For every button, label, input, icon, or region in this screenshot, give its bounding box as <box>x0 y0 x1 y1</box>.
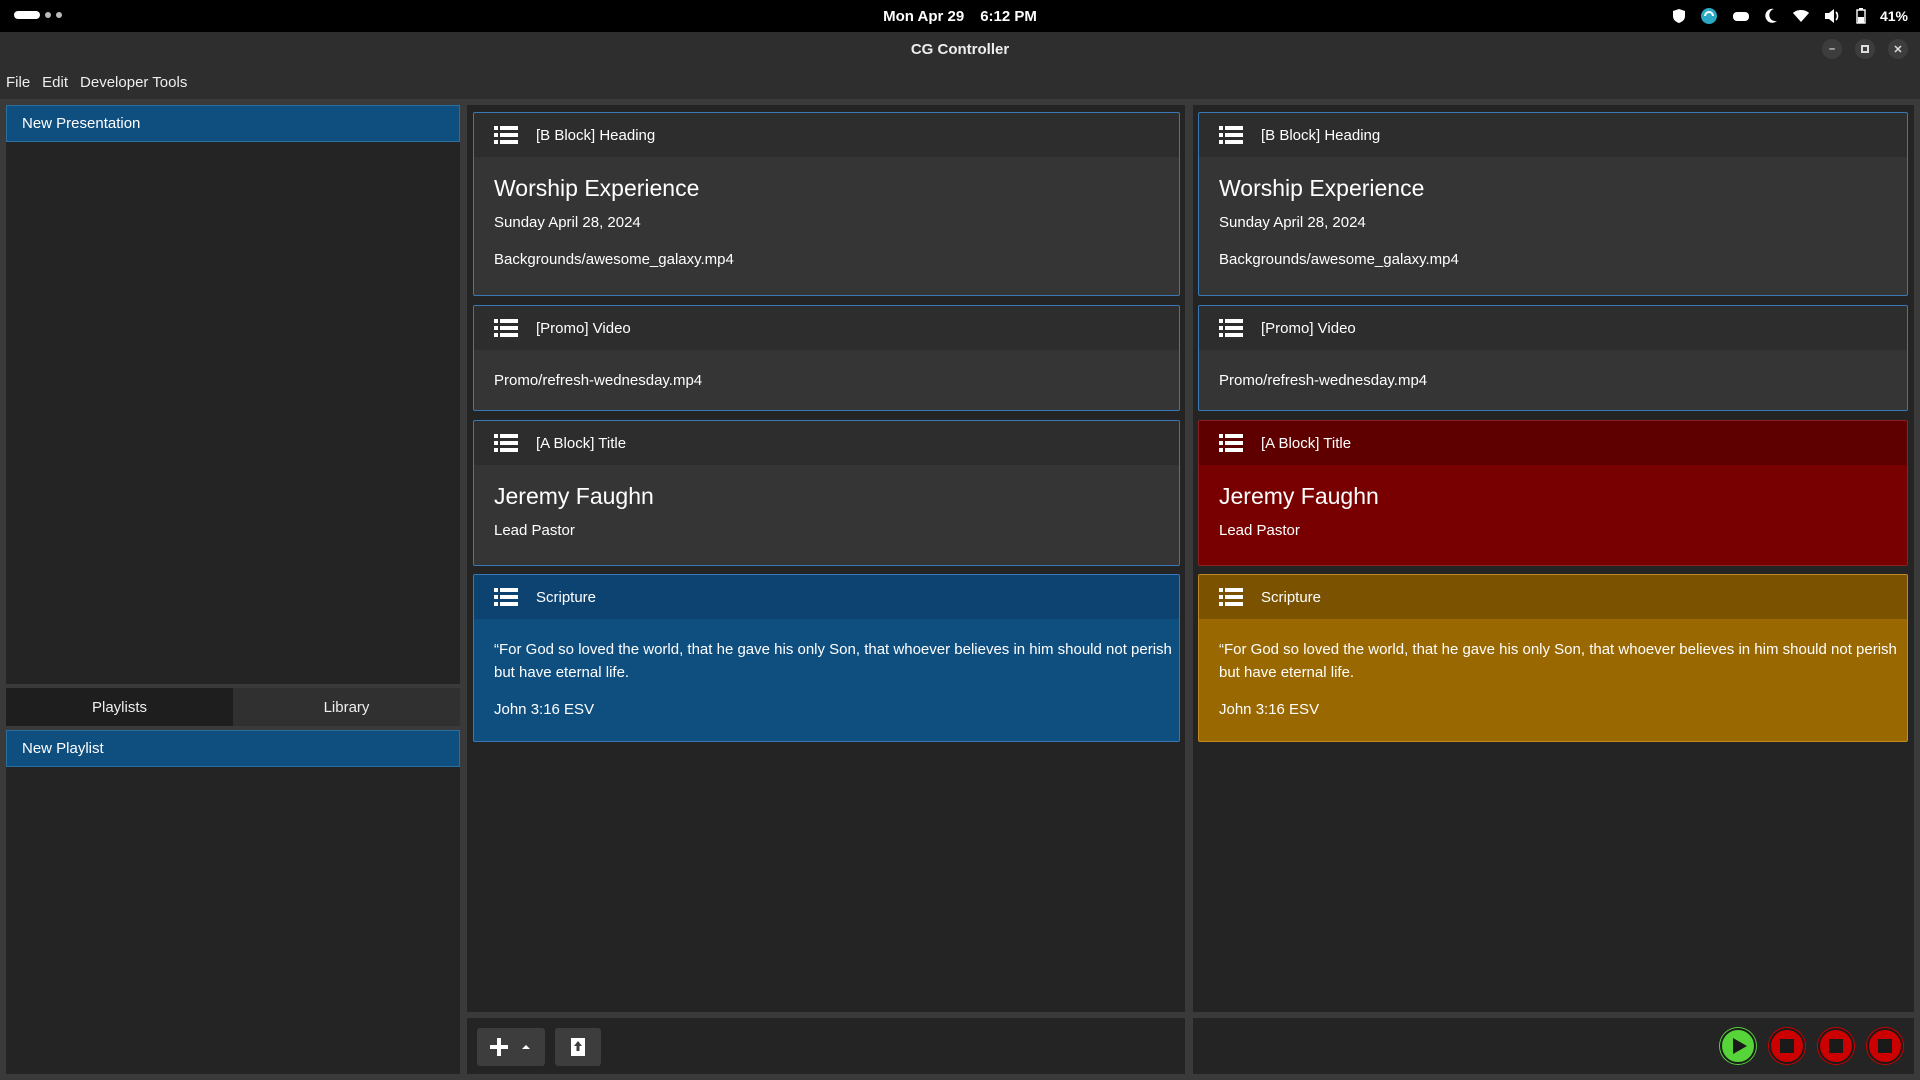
close-button[interactable]: ✕ <box>1888 39 1908 59</box>
gamepad-icon <box>1732 12 1749 21</box>
stop-icon <box>1867 1028 1903 1064</box>
export-button[interactable] <box>555 1028 601 1066</box>
card-title: Jeremy Faughn <box>494 483 654 509</box>
stop-button-2[interactable] <box>1817 1027 1855 1065</box>
play-icon <box>1720 1028 1756 1064</box>
card-header-label: Scripture <box>536 588 597 606</box>
card-header-label: [B Block] Heading <box>536 126 656 144</box>
card-line: Backgrounds/awesome_galaxy.mp4 <box>1219 251 1459 268</box>
window-title: CG Controller <box>910 40 1010 58</box>
maximize-button[interactable] <box>1855 39 1875 59</box>
stop-button-3[interactable] <box>1866 1027 1904 1065</box>
card-header-label: [Promo] Video <box>1261 319 1356 337</box>
card-header-label: [A Block] Title <box>1261 434 1352 452</box>
output-card-promo[interactable]: [Promo] Video Promo/refresh-wednesday.mp… <box>1198 305 1908 411</box>
list-icon <box>494 588 518 606</box>
card-line: John 3:16 ESV <box>494 701 595 718</box>
stop-icon <box>1818 1028 1854 1064</box>
rundown-card-heading[interactable]: [B Block] Heading Worship Experience Sun… <box>473 112 1180 296</box>
card-line: but have eternal life. <box>494 664 630 681</box>
sidebar-tabs: Playlists Library <box>6 688 460 726</box>
battery-icon <box>1856 8 1866 24</box>
card-title: Worship Experience <box>494 175 700 201</box>
card-line: John 3:16 ESV <box>1219 701 1320 718</box>
rundown-card-scripture[interactable]: Scripture “For God so loved the world, t… <box>473 574 1180 742</box>
list-icon <box>494 319 518 337</box>
close-icon: ✕ <box>1893 43 1903 56</box>
volume-icon <box>1824 9 1839 23</box>
clock-date: Mon Apr 29 <box>883 7 965 25</box>
card-line: Sunday April 28, 2024 <box>1219 214 1366 231</box>
stop-icon <box>1769 1028 1805 1064</box>
card-header-label: [B Block] Heading <box>1261 126 1381 144</box>
rundown-card-promo[interactable]: [Promo] Video Promo/refresh-wednesday.mp… <box>473 305 1180 411</box>
playlist-item[interactable]: New Playlist <box>6 730 460 767</box>
card-line: but have eternal life. <box>1219 664 1355 681</box>
output-card-title-live[interactable]: [A Block] Title Jeremy Faughn Lead Pasto… <box>1198 420 1908 566</box>
presentations-panel: New Presentation <box>6 105 460 684</box>
sync-app-icon <box>1700 8 1717 24</box>
system-top-bar: Mon Apr 29 6:12 PM 41% <box>0 0 1920 32</box>
playlist-name: New Playlist <box>22 740 104 757</box>
menu-bar: File Edit Developer Tools <box>0 66 1920 99</box>
card-line: Promo/refresh-wednesday.mp4 <box>494 372 703 389</box>
workspace-indicator[interactable] <box>14 11 62 19</box>
upload-icon <box>571 1038 585 1056</box>
list-icon <box>1219 126 1243 144</box>
list-icon <box>494 434 518 452</box>
card-line: Lead Pastor <box>494 522 575 539</box>
tab-library[interactable]: Library <box>233 688 460 726</box>
clock-time: 6:12 PM <box>980 7 1037 25</box>
menu-edit[interactable]: Edit <box>42 74 68 91</box>
play-button[interactable] <box>1719 1027 1757 1065</box>
card-line: Sunday April 28, 2024 <box>494 214 641 231</box>
tab-playlists-label: Playlists <box>91 698 147 716</box>
clock[interactable]: Mon Apr 29 6:12 PM <box>883 8 1037 25</box>
wifi-icon <box>1792 10 1809 22</box>
window-title-bar[interactable]: CG Controller – ✕ <box>0 32 1920 66</box>
presentation-item[interactable]: New Presentation <box>6 105 460 142</box>
list-icon <box>1219 319 1243 337</box>
shield-icon <box>1672 9 1685 23</box>
list-icon <box>494 126 518 144</box>
tab-library-label: Library <box>323 698 370 716</box>
presentation-name: New Presentation <box>22 115 141 132</box>
caret-up-icon[interactable] <box>521 1043 531 1051</box>
rundown-card-title[interactable]: [A Block] Title Jeremy Faughn Lead Pasto… <box>473 420 1180 566</box>
card-line: Backgrounds/awesome_galaxy.mp4 <box>494 251 734 268</box>
card-line: Promo/refresh-wednesday.mp4 <box>1219 372 1428 389</box>
playlists-panel: New Playlist <box>6 730 460 1074</box>
minimize-icon: – <box>1828 43 1836 55</box>
card-line: “For God so loved the world, that he gav… <box>494 641 1172 658</box>
list-icon <box>1219 434 1243 452</box>
plus-icon <box>490 1038 508 1056</box>
battery-level: 41% <box>1879 8 1908 24</box>
card-title: Jeremy Faughn <box>1219 483 1379 509</box>
system-tray[interactable]: 41% <box>1672 0 1908 32</box>
card-header-label: Scripture <box>1261 588 1322 606</box>
stop-button-1[interactable] <box>1768 1027 1806 1065</box>
list-icon <box>1219 588 1243 606</box>
card-title: Worship Experience <box>1219 175 1425 201</box>
card-header-label: [A Block] Title <box>536 434 627 452</box>
maximize-icon <box>1861 45 1869 53</box>
output-card-scripture-next[interactable]: Scripture “For God so loved the world, t… <box>1198 574 1908 742</box>
add-item-button[interactable] <box>477 1028 545 1066</box>
tab-playlists[interactable]: Playlists <box>6 688 233 726</box>
minimize-button[interactable]: – <box>1822 39 1842 59</box>
menu-developer-tools[interactable]: Developer Tools <box>80 74 187 91</box>
moon-icon <box>1765 8 1777 23</box>
output-card-heading[interactable]: [B Block] Heading Worship Experience Sun… <box>1198 112 1908 296</box>
card-header-label: [Promo] Video <box>536 319 631 337</box>
card-line: Lead Pastor <box>1219 522 1300 539</box>
card-line: “For God so loved the world, that he gav… <box>1219 641 1897 658</box>
menu-file[interactable]: File <box>6 74 30 91</box>
